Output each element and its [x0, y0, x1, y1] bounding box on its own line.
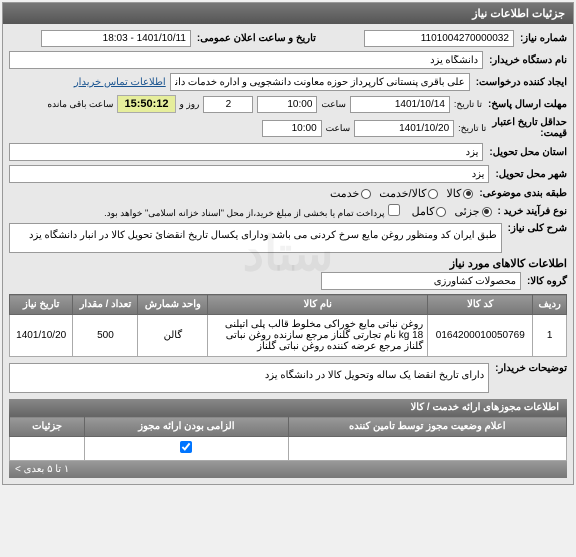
th-unit: واحد شمارش	[138, 295, 208, 315]
class-label: طبقه بندی موضوعی:	[479, 188, 567, 199]
purchase-radio-group: جزئی کامل	[412, 205, 492, 218]
permit-required-cell	[85, 437, 288, 461]
th-code: کد کالا	[428, 295, 533, 315]
deadline-days-label: روز و	[180, 99, 200, 110]
cell-row: 1	[533, 315, 567, 357]
row-buyer-notes: توضیحات خریدار: دارای تاریخ انقضا یک سال…	[9, 363, 567, 393]
cell-qty: 500	[73, 315, 138, 357]
validity-time-label: ساعت	[326, 123, 351, 134]
radio-dot-icon	[361, 189, 371, 199]
permits-table: اعلام وضعیت مجوز توسط تامین کننده الزامی…	[9, 416, 567, 461]
buyer-input[interactable]	[9, 51, 483, 69]
public-date-label: تاریخ و ساعت اعلان عمومی:	[197, 33, 316, 44]
deadline-time-label: ساعت	[321, 99, 346, 110]
row-purchase-type: نوع فرآیند خرید : جزئی کامل پرداخت تمام …	[9, 204, 567, 219]
items-table: ردیف کد کالا نام کالا واحد شمارش تعداد /…	[9, 294, 567, 357]
countdown-timer: 15:50:12	[117, 95, 175, 113]
buyer-notes-text: دارای تاریخ انقضا یک ساله وتحویل کالا در…	[9, 363, 489, 393]
need-number-label: شماره نیاز:	[520, 33, 567, 44]
th-permit-required: الزامی بودن ارائه مجوز	[85, 417, 288, 437]
table-footer: ۱ تا ۵ بعدی >	[9, 461, 567, 478]
overview-text: طبق ایران کد ومنظور روغن مایع سرخ کردنی …	[9, 223, 502, 253]
row-overview: شرح کلی نیاز: طبق ایران کد ومنظور روغن م…	[9, 223, 567, 253]
deadline-label: مهلت ارسال پاسخ:	[488, 99, 567, 110]
radio-dot-icon	[482, 207, 492, 217]
deadline-time: 10:00	[257, 96, 317, 113]
radio-dot-icon	[428, 189, 438, 199]
cell-code: 0164200010050769	[428, 315, 533, 357]
row-buyer: نام دستگاه خریدار:	[9, 51, 567, 69]
table-row[interactable]: 1 0164200010050769 روغن نباتی مایع خوراک…	[10, 315, 567, 357]
overview-label: شرح کلی نیاز:	[508, 223, 567, 234]
public-date-value: 1401/10/11 - 18:03	[41, 30, 191, 47]
requester-input[interactable]	[170, 73, 470, 91]
cell-unit: گالن	[138, 315, 208, 357]
purchase-type-label: نوع فرآیند خرید :	[498, 206, 567, 217]
goods-group-label: گروه کالا:	[527, 276, 567, 287]
contact-link[interactable]: اطلاعات تماس خریدار	[74, 77, 166, 88]
city-input[interactable]	[9, 165, 489, 183]
row-province: استان محل تحویل:	[9, 143, 567, 161]
buyer-notes-label: توضیحات خریدار:	[495, 363, 567, 374]
th-permit-status: اعلام وضعیت مجوز توسط تامین کننده	[288, 417, 567, 437]
row-goods-group: گروه کالا:	[9, 272, 567, 290]
validity-time: 10:00	[262, 120, 322, 137]
row-classification: طبقه بندی موضوعی: کالا کالا/خدمت خدمت	[9, 187, 567, 200]
province-input[interactable]	[9, 143, 483, 161]
countdown-label: ساعت باقی مانده	[47, 99, 113, 110]
radio-partial[interactable]: جزئی	[454, 205, 491, 218]
need-details-panel: جزئیات اطلاعات نیاز ستاد شماره نیاز: 110…	[2, 2, 574, 485]
validity-label: حداقل تاریخ اعتبار قیمت:	[492, 117, 567, 139]
footer-left-pager[interactable]: ۱ تا ۵ بعدی >	[15, 464, 69, 475]
deadline-prefix: تا تاریخ:	[454, 99, 482, 110]
th-date: تاریخ نیاز	[10, 295, 73, 315]
province-label: استان محل تحویل:	[489, 147, 567, 158]
permit-status-cell	[288, 437, 567, 461]
radio-full[interactable]: کامل	[412, 205, 447, 218]
radio-dot-icon	[436, 207, 446, 217]
city-label: شهر محل تحویل:	[495, 169, 567, 180]
validity-date: 1401/10/20	[354, 120, 454, 137]
requester-label: ایجاد کننده درخواست:	[476, 77, 567, 88]
goods-group-input[interactable]	[321, 272, 521, 290]
row-need-number: شماره نیاز: 1101004270000032 تاریخ و ساع…	[9, 30, 567, 47]
radio-service-goods[interactable]: کالا/خدمت	[379, 187, 438, 200]
class-radio-group: کالا کالا/خدمت خدمت	[330, 187, 473, 200]
permits-header: اطلاعات مجوزهای ارائه خدمت / کالا	[9, 399, 567, 416]
radio-dot-icon	[463, 189, 473, 199]
cell-name: روغن نباتی مایع خوراکی مخلوط قالب پلی ات…	[208, 315, 428, 357]
payment-checkbox[interactable]	[388, 204, 400, 216]
row-requester: ایجاد کننده درخواست: اطلاعات تماس خریدار	[9, 73, 567, 91]
row-validity: حداقل تاریخ اعتبار قیمت: تا تاریخ: 1401/…	[9, 117, 567, 139]
row-deadline: مهلت ارسال پاسخ: تا تاریخ: 1401/10/14 سا…	[9, 95, 567, 113]
permit-required-checkbox[interactable]	[180, 441, 192, 453]
th-permit-details: جزئیات	[10, 417, 85, 437]
th-name: نام کالا	[208, 295, 428, 315]
permits-header-row: اعلام وضعیت مجوز توسط تامین کننده الزامی…	[10, 417, 567, 437]
panel-title: جزئیات اطلاعات نیاز	[3, 3, 573, 24]
validity-prefix: تا تاریخ:	[458, 123, 486, 134]
need-number-value: 1101004270000032	[364, 30, 514, 47]
cell-date: 1401/10/20	[10, 315, 73, 357]
table-header-row: ردیف کد کالا نام کالا واحد شمارش تعداد /…	[10, 295, 567, 315]
radio-goods[interactable]: کالا	[446, 187, 473, 200]
deadline-days: 2	[203, 96, 253, 113]
row-city: شهر محل تحویل:	[9, 165, 567, 183]
radio-service[interactable]: خدمت	[330, 187, 371, 200]
th-row: ردیف	[533, 295, 567, 315]
items-header: اطلاعات کالاهای مورد نیاز	[9, 257, 567, 270]
permit-details-cell	[10, 437, 85, 461]
permit-row[interactable]	[10, 437, 567, 461]
th-qty: تعداد / مقدار	[73, 295, 138, 315]
purchase-note: پرداخت تمام یا بخشی از مبلغ خرید،از محل …	[104, 204, 400, 219]
panel-body: ستاد شماره نیاز: 1101004270000032 تاریخ …	[3, 24, 573, 484]
deadline-date: 1401/10/14	[350, 96, 450, 113]
buyer-label: نام دستگاه خریدار:	[489, 55, 567, 66]
